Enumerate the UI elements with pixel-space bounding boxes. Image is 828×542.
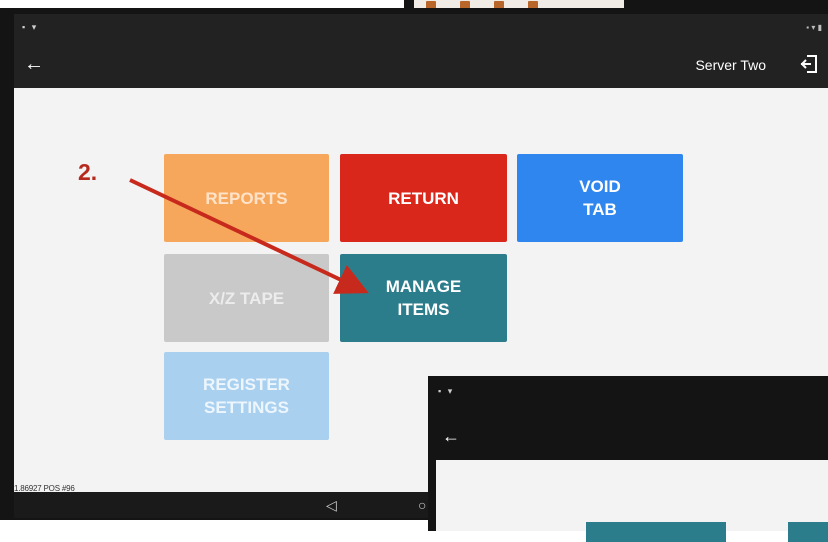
- step-number-label: 2.: [78, 159, 98, 185]
- triangle-back-icon[interactable]: ◁: [326, 497, 337, 514]
- status-bar: ▪ ▾ ▪ ▾ ▮: [14, 14, 828, 42]
- status-icons: ▪ ▾: [22, 22, 39, 32]
- status-right-icons: ▪ ▾ ▮: [806, 23, 822, 32]
- register-settings-button[interactable]: REGISTER SETTINGS: [164, 352, 329, 440]
- inset-tile: [586, 522, 726, 542]
- xz-tape-button[interactable]: X/Z TAPE: [164, 254, 329, 342]
- arrow-left-icon[interactable]: ←: [24, 52, 48, 76]
- return-button[interactable]: RETURN: [340, 154, 507, 242]
- inset-screenshot: ▪ ▾ ←: [428, 376, 828, 542]
- logout-icon[interactable]: [798, 53, 820, 75]
- inset-tile: [788, 522, 828, 542]
- app-bar: ← Server Two: [14, 42, 828, 88]
- arrow-left-icon: ←: [442, 426, 460, 446]
- circle-home-icon[interactable]: ○: [418, 497, 426, 513]
- void-tab-button[interactable]: VOID TAB: [517, 154, 683, 242]
- inset-status-icons: ▪ ▾: [438, 386, 455, 396]
- reports-button[interactable]: REPORTS: [164, 154, 329, 242]
- logout-icon-svg: [800, 55, 817, 73]
- inset-screen: [436, 460, 828, 542]
- manage-items-button[interactable]: MANAGE ITEMS: [340, 254, 507, 342]
- user-name: Server Two: [695, 57, 766, 73]
